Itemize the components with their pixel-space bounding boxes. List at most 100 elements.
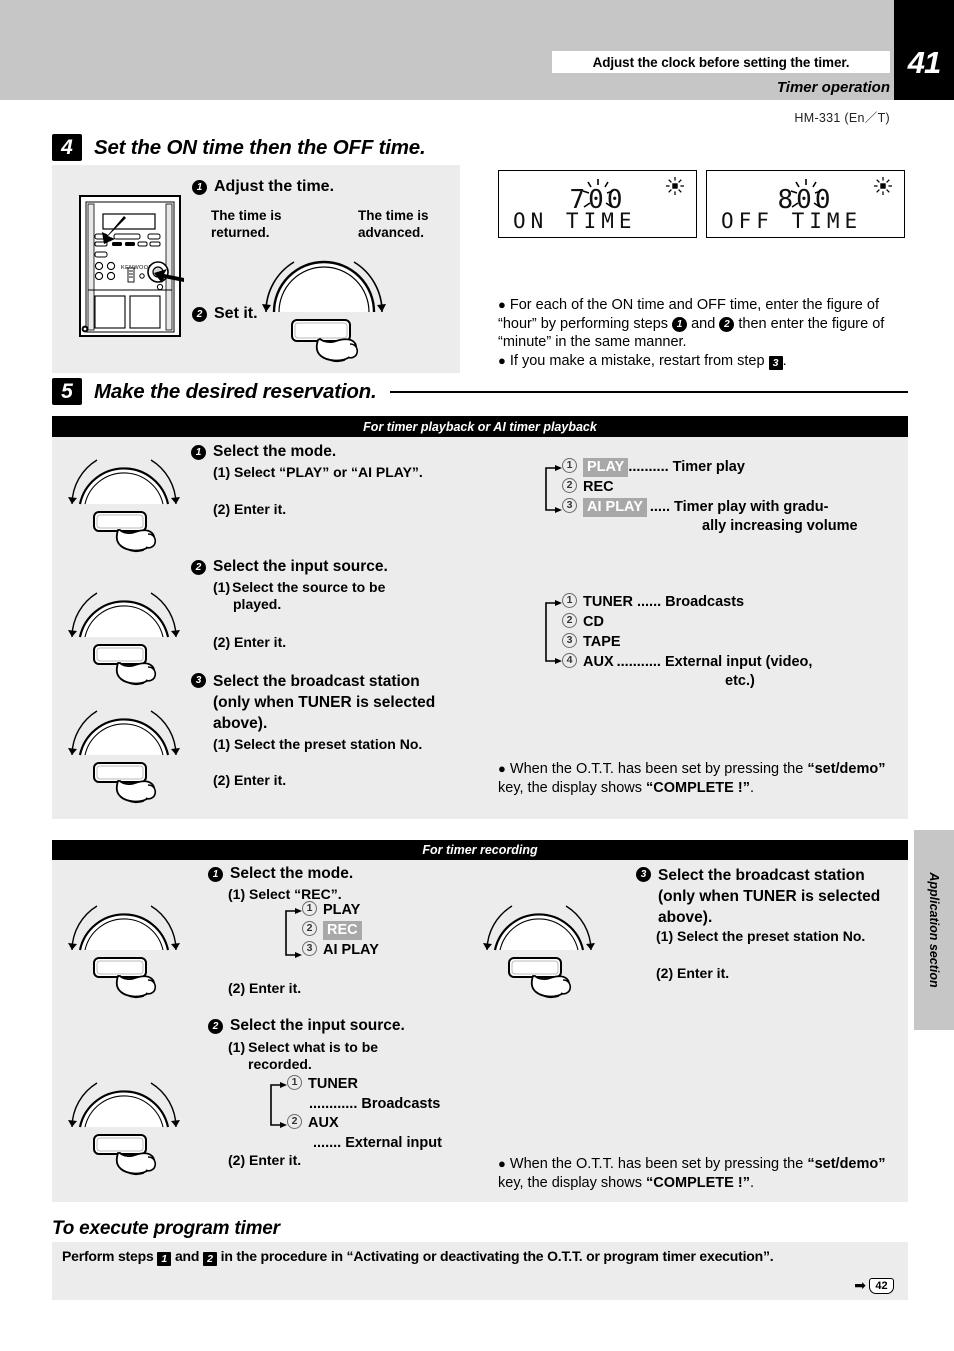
page-number: 41 xyxy=(907,45,941,80)
step-5-title: Make the desired reservation. xyxy=(94,379,377,403)
sub-step-1-badge: 1 xyxy=(192,179,207,195)
source-dots: ...... xyxy=(636,594,662,610)
press-button-icon[interactable] xyxy=(92,761,177,809)
source-option-row[interactable]: 1 TUNER ...... Broadcasts xyxy=(562,593,907,612)
step-4-title: Set the ON time then the OFF time. xyxy=(94,135,426,159)
timer-playback-bar-label: For timer playback or AI timer playback xyxy=(363,419,597,434)
source-loop-bracket-icon xyxy=(545,600,562,664)
mode-option-row[interactable]: 2 REC xyxy=(562,478,907,497)
option-number: 1 xyxy=(287,1075,302,1090)
source-name: CD xyxy=(583,614,604,630)
option-number: 1 xyxy=(562,458,577,473)
playback-item3-line1: (1) Select the preset station No. xyxy=(213,736,423,752)
press-button-icon[interactable] xyxy=(92,510,177,558)
timer-playback-bar: For timer playback or AI timer playback xyxy=(52,416,908,437)
application-section-label: Application section xyxy=(927,872,941,988)
step4-sub2-title: Set it. xyxy=(214,305,258,322)
press-button-icon[interactable] xyxy=(92,643,177,691)
option-number: 3 xyxy=(562,498,577,513)
source-option-row[interactable]: 3 TAPE xyxy=(562,633,907,652)
recording-item3-line2: (2) Enter it. xyxy=(656,965,730,981)
rotary-dial-icon[interactable] xyxy=(65,452,183,508)
recording-item3-title-l2: (only when TUNER is selected xyxy=(658,888,881,905)
step-5-badge: 5 xyxy=(52,378,82,405)
rotary-dial-icon[interactable] xyxy=(65,703,183,759)
recording-item3-line1: (1) Select the preset station No. xyxy=(656,928,866,944)
playback-source-list: 1 TUNER ...... Broadcasts 2 CD 3 TAPE 4 … xyxy=(562,593,907,689)
source-name: TAPE xyxy=(583,634,621,650)
source-dots: ............ xyxy=(309,1096,358,1112)
page-reference[interactable]: ➡ 42 xyxy=(854,1277,894,1294)
option-number: 3 xyxy=(302,941,317,956)
timer-recording-bar-label: For timer recording xyxy=(422,843,538,857)
source-desc-row: ............ Broadcasts xyxy=(309,1095,507,1114)
mode-loop-bracket-icon xyxy=(545,465,562,513)
source-name: AUX xyxy=(583,654,614,670)
rotary-dial-icon[interactable] xyxy=(65,585,183,641)
press-button-icon[interactable] xyxy=(507,956,592,1004)
playback-item1-line2: (2) Enter it. xyxy=(213,501,287,517)
sub-step-2-badge: 2 xyxy=(208,1018,223,1034)
mode-desc-cont: ally increasing volume xyxy=(702,518,858,534)
playback-item3-title-l3: above). xyxy=(213,715,268,732)
step4-sub1-title: Adjust the time. xyxy=(214,178,335,195)
recording-item3-title-l1: Select the broadcast station xyxy=(658,867,865,884)
rotary-dial-icon[interactable] xyxy=(65,898,183,954)
playback-item3-title-l2: (only when TUNER is selected xyxy=(213,694,436,711)
arrow-right-icon: ➡ xyxy=(854,1277,866,1293)
rotary-dial-icon[interactable] xyxy=(65,1075,183,1131)
mode-option-row[interactable]: 3 AI PLAY ..... Timer play with gradu- xyxy=(562,498,907,517)
mode-option-row[interactable]: 1 PLAY .......... Timer play xyxy=(562,458,907,477)
dial-left-label: The time is returned. xyxy=(211,208,282,240)
playback-item3-line2: (2) Enter it. xyxy=(213,772,287,788)
playback-item3-title-l1: Select the broadcast station xyxy=(213,673,420,690)
source-desc-cont: etc.) xyxy=(725,673,755,689)
source-name: AUX xyxy=(308,1115,339,1131)
recording-item2-line1: (1) Select what is to be xyxy=(228,1039,379,1055)
step-4-badge: 4 xyxy=(52,134,82,161)
source-option-row[interactable]: 2 CD xyxy=(562,613,907,632)
lcd-on-time-display: 700 ON TIME xyxy=(498,170,697,238)
option-number: 4 xyxy=(562,653,577,668)
stereo-system-illustration: KENWOOD xyxy=(79,195,184,337)
rotary-dial-icon[interactable] xyxy=(258,254,390,316)
blinking-digit-rays-icon xyxy=(582,179,614,208)
source-dots: ........... xyxy=(616,654,661,670)
execute-step-2-badge: 2 xyxy=(202,1252,217,1266)
option-number: 1 xyxy=(562,593,577,608)
sub-step-1-badge: 1 xyxy=(191,444,206,460)
mode-loop-bracket-icon xyxy=(285,908,302,958)
rotary-dial-icon[interactable] xyxy=(480,898,598,954)
source-option-row[interactable]: 2 AUX xyxy=(287,1114,507,1133)
mode-desc: Timer play xyxy=(672,459,745,475)
press-button-icon[interactable] xyxy=(92,956,177,1004)
sub-step-2-badge: 2 xyxy=(191,559,206,575)
note-step-3-badge: 3 xyxy=(768,356,783,371)
option-number: 2 xyxy=(287,1114,302,1129)
option-number: 3 xyxy=(562,633,577,648)
mode-name: PLAY xyxy=(323,902,361,918)
dial-right-label: The time is advanced. xyxy=(358,208,429,240)
mode-option-row[interactable]: 2 REC xyxy=(302,921,502,940)
source-option-row[interactable]: 4 AUX ........... External input (video, xyxy=(562,653,907,672)
step-5-header: 5 Make the desired reservation. xyxy=(52,378,908,405)
recording-item3-title-l3: above). xyxy=(658,909,713,926)
recording-item1-line2: (2) Enter it. xyxy=(228,980,302,996)
source-dots: ....... xyxy=(313,1135,342,1151)
recording-item2-line2: (2) Enter it. xyxy=(228,1152,302,1168)
press-button-icon[interactable] xyxy=(290,318,375,366)
execute-section-title: To execute program timer xyxy=(52,1218,280,1239)
press-button-icon[interactable] xyxy=(92,1133,177,1181)
source-loop-bracket-icon xyxy=(270,1082,287,1128)
sub-step-3-badge: 3 xyxy=(191,673,206,688)
mode-option-row[interactable]: 3 AI PLAY xyxy=(302,941,502,960)
source-option-row[interactable]: 1 TUNER xyxy=(287,1075,507,1094)
blink-indicator-icon xyxy=(666,177,684,195)
playback-item2-line1: (1) Select the source to be xyxy=(213,579,386,595)
mode-option-row[interactable]: 1 PLAY xyxy=(302,901,502,920)
note-step-1-badge: 1 xyxy=(672,317,688,333)
mode-desc: Timer play with gradu- xyxy=(674,499,829,515)
section-title: Timer operation xyxy=(776,79,890,96)
timer-recording-bar: For timer recording xyxy=(52,840,908,860)
source-desc: External input (video, xyxy=(664,654,813,670)
